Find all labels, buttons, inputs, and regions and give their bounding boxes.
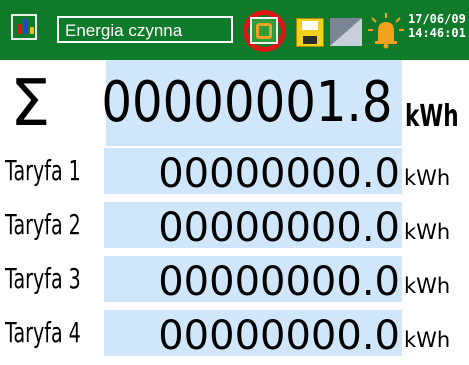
- alarm-bell-icon[interactable]: [367, 12, 405, 50]
- screen-title: Energia czynna: [65, 21, 183, 40]
- tariff-value-box: 00000000.0: [104, 202, 402, 251]
- tariff-unit: kWh: [404, 274, 451, 298]
- tariff-unit: kWh: [404, 220, 451, 244]
- sigma-symbol: Σ: [10, 67, 51, 141]
- tariff-label: Taryfa 3: [5, 262, 81, 295]
- total-value-box: 00000001.8: [101, 60, 402, 146]
- tariff-row: Taryfa 3 00000000.0 kWh: [0, 256, 469, 305]
- tariff-value-box: 00000000.0: [104, 256, 402, 305]
- total-value: 00000001.8: [100, 70, 392, 135]
- date-text: 17/06/09: [408, 12, 466, 26]
- tariff-row: Taryfa 4 00000000.0 kWh: [0, 310, 469, 359]
- refresh-icon[interactable]: [250, 17, 278, 44]
- app-chart-icon[interactable]: [11, 14, 37, 40]
- tariff-value: 00000000.0: [158, 205, 400, 251]
- tariff-value: 00000000.0: [158, 259, 400, 305]
- time-text: 14:46:01: [408, 26, 466, 40]
- save-icon[interactable]: [296, 18, 324, 47]
- top-bar: Energia czynna 17/06/09 14:46:01: [0, 0, 469, 60]
- tariff-unit: kWh: [404, 166, 451, 190]
- tariff-value-box: 00000000.0: [104, 148, 402, 197]
- tariff-row: Taryfa 2 00000000.0 kWh: [0, 202, 469, 251]
- total-row: Σ 00000001.8 kWh: [0, 60, 469, 146]
- tariff-unit: kWh: [404, 328, 451, 352]
- tariff-row: Taryfa 1 00000000.0 kWh: [0, 148, 469, 197]
- total-unit: kWh: [405, 99, 459, 134]
- tariff-label: Taryfa 4: [5, 316, 81, 349]
- datetime: 17/06/09 14:46:01: [408, 12, 469, 40]
- screen-icon[interactable]: [330, 18, 362, 46]
- tariff-value: 00000000.0: [158, 151, 400, 197]
- tariff-label: Taryfa 2: [5, 208, 81, 241]
- tariff-value: 00000000.0: [158, 313, 400, 359]
- tariff-value-box: 00000000.0: [104, 310, 402, 359]
- tariff-label: Taryfa 1: [5, 154, 81, 187]
- screen-title-box: Energia czynna: [57, 16, 233, 43]
